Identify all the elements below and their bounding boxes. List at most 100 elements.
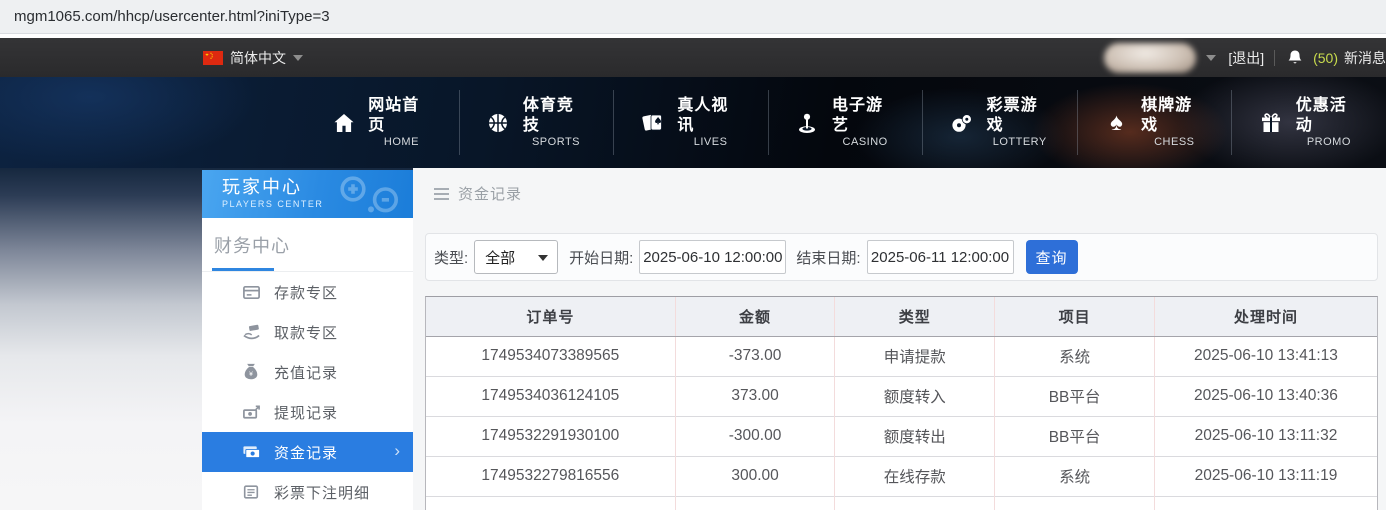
cell-amount xyxy=(675,496,835,510)
cell-project xyxy=(995,496,1155,510)
header-process-time: 处理时间 xyxy=(1154,297,1377,336)
table-row: 1749534036124105 373.00 额度转入 BB平台 2025-0… xyxy=(426,376,1377,416)
sidebar-section-label: 财务中心 xyxy=(214,236,290,256)
cell-project: 系统 xyxy=(995,336,1155,376)
top-utility-bar: 简体中文 [退出] (50) 新消息 xyxy=(0,38,1386,77)
header-order-no: 订单号 xyxy=(426,297,675,336)
nav-item-home[interactable]: 网站首页 HOME xyxy=(305,90,459,156)
search-button[interactable]: 查询 xyxy=(1026,240,1078,274)
sidebar-item-label: 充值记录 xyxy=(274,362,338,383)
cell-type xyxy=(835,496,995,510)
user-area: [退出] (50) 新消息 xyxy=(1104,38,1386,77)
cell-process-time: 2025-06-10 13:11:19 xyxy=(1154,456,1377,496)
cell-project: 系统 xyxy=(995,456,1155,496)
gamepad-icon xyxy=(335,172,407,218)
cell-process-time xyxy=(1154,496,1377,510)
sidebar-item-withdrawal-record[interactable]: 提现记录 xyxy=(202,392,413,432)
table-header-row: 订单号 金额 类型 项目 处理时间 xyxy=(426,297,1377,336)
sidebar-item-recharge-record[interactable]: ¥ 充值记录 xyxy=(202,352,413,392)
cash-out-icon xyxy=(240,403,262,422)
nav-item-lives[interactable]: 真人视讯 LIVES xyxy=(613,90,768,156)
sidebar-item-label: 资金记录 xyxy=(274,442,338,463)
bell-icon[interactable] xyxy=(1287,49,1303,66)
topbar-divider xyxy=(1274,50,1275,66)
gift-icon xyxy=(1256,111,1285,135)
user-menu-caret-icon[interactable] xyxy=(1206,55,1216,61)
sidebar-item-label: 彩票下注明细 xyxy=(274,482,370,503)
cell-order-no: 1749534073389565 xyxy=(426,336,675,376)
main-navigation: 网站首页 HOME 体育竞技 SPORTS xyxy=(0,77,1386,168)
cell-project: BB平台 xyxy=(995,376,1155,416)
table-row: 1749534073389565 -373.00 申请提款 系统 2025-06… xyxy=(426,336,1377,376)
nav-label-en: LIVES xyxy=(694,136,728,150)
browser-url-bar[interactable]: mgm1065.com/hhcp/usercenter.html?iniType… xyxy=(0,0,1386,34)
nav-label-zh: 网站首页 xyxy=(368,96,434,136)
sidebar-item-lottery-bet-detail[interactable]: 彩票下注明细 xyxy=(202,472,413,510)
cell-process-time: 2025-06-10 13:40:36 xyxy=(1154,376,1377,416)
chevron-right-icon: › xyxy=(394,441,400,461)
sidebar-item-label: 提现记录 xyxy=(274,402,338,423)
header-project: 项目 xyxy=(995,297,1155,336)
cell-order-no: 1749532279816556 xyxy=(426,456,675,496)
nav-label-zh: 彩票游戏 xyxy=(987,96,1053,136)
language-selector[interactable]: 简体中文 xyxy=(203,38,303,77)
nav-item-chess[interactable]: ♠ 棋牌游戏 CHESS xyxy=(1077,90,1232,156)
sidebar-menu: 存款专区 取款专区 ¥ 充值记录 提现记录 xyxy=(202,272,413,510)
type-select[interactable]: 全部 xyxy=(474,240,558,274)
table-row xyxy=(426,496,1377,510)
select-caret-icon xyxy=(538,255,548,261)
deposit-card-icon xyxy=(240,283,262,302)
nav-label-zh: 棋牌游戏 xyxy=(1141,96,1207,136)
cell-type: 额度转出 xyxy=(835,416,995,456)
svg-text:¥: ¥ xyxy=(249,371,253,378)
cell-amount: 373.00 xyxy=(675,376,835,416)
nav-item-lottery[interactable]: 彩票游戏 LOTTERY xyxy=(922,90,1077,156)
sidebar-item-deposit-zone[interactable]: 存款专区 xyxy=(202,272,413,312)
username-blurred[interactable] xyxy=(1104,43,1196,73)
nav-item-promo[interactable]: 优惠活动 PROMO xyxy=(1231,90,1386,156)
cell-amount: 300.00 xyxy=(675,456,835,496)
spade-icon: ♠ xyxy=(1102,111,1131,135)
basketball-icon xyxy=(484,111,513,135)
message-count[interactable]: (50) xyxy=(1313,50,1338,66)
type-select-value: 全部 xyxy=(485,247,515,268)
sidebar-banner: 玩家中心 PLAYERS CENTER xyxy=(202,170,413,218)
start-date-input[interactable]: 2025-06-10 12:00:00 xyxy=(639,240,786,274)
banknotes-icon xyxy=(240,443,262,462)
cell-process-time: 2025-06-10 13:11:32 xyxy=(1154,416,1377,456)
nav-label-zh: 优惠活动 xyxy=(1296,96,1362,136)
list-document-icon xyxy=(240,483,262,501)
nav-item-sports[interactable]: 体育竞技 SPORTS xyxy=(459,90,614,156)
end-date-input[interactable]: 2025-06-11 12:00:00 xyxy=(867,240,1014,274)
money-bag-icon: ¥ xyxy=(240,363,262,381)
funds-record-table: 订单号 金额 类型 项目 处理时间 1749534073389565 -373.… xyxy=(425,296,1378,510)
nav-label-en: PROMO xyxy=(1307,136,1351,150)
header-type: 类型 xyxy=(835,297,995,336)
cell-order-no xyxy=(426,496,675,510)
logout-link[interactable]: [退出] xyxy=(1228,48,1264,68)
nav-label-en: HOME xyxy=(384,136,419,150)
sidebar-item-funds-record[interactable]: 资金记录 › xyxy=(202,432,413,472)
sidebar-item-label: 存款专区 xyxy=(274,282,338,303)
hamburger-icon xyxy=(434,188,449,200)
type-filter-label: 类型: xyxy=(434,247,468,268)
home-icon xyxy=(329,111,358,135)
breadcrumb-label: 资金记录 xyxy=(458,183,522,204)
cell-amount: -300.00 xyxy=(675,416,835,456)
sidebar-item-label: 取款专区 xyxy=(274,322,338,343)
cell-amount: -373.00 xyxy=(675,336,835,376)
nav-item-casino[interactable]: 电子游艺 CASINO xyxy=(768,90,923,156)
sidebar: 玩家中心 PLAYERS CENTER 财务中心 存款专区 xyxy=(202,170,413,510)
cell-project: BB平台 xyxy=(995,416,1155,456)
cell-order-no: 1749534036124105 xyxy=(426,376,675,416)
start-date-label: 开始日期: xyxy=(569,247,633,268)
sidebar-item-withdraw-zone[interactable]: 取款专区 xyxy=(202,312,413,352)
table-row: 1749532291930100 -300.00 额度转出 BB平台 2025-… xyxy=(426,416,1377,456)
messages-label[interactable]: 新消息 xyxy=(1344,48,1386,68)
header-amount: 金额 xyxy=(675,297,835,336)
page: mgm1065.com/hhcp/usercenter.html?iniType… xyxy=(0,0,1386,510)
nav-label-en: CHESS xyxy=(1154,136,1194,150)
nav-label-zh: 电子游艺 xyxy=(832,96,898,136)
cell-order-no: 1749532291930100 xyxy=(426,416,675,456)
cell-type: 额度转入 xyxy=(835,376,995,416)
